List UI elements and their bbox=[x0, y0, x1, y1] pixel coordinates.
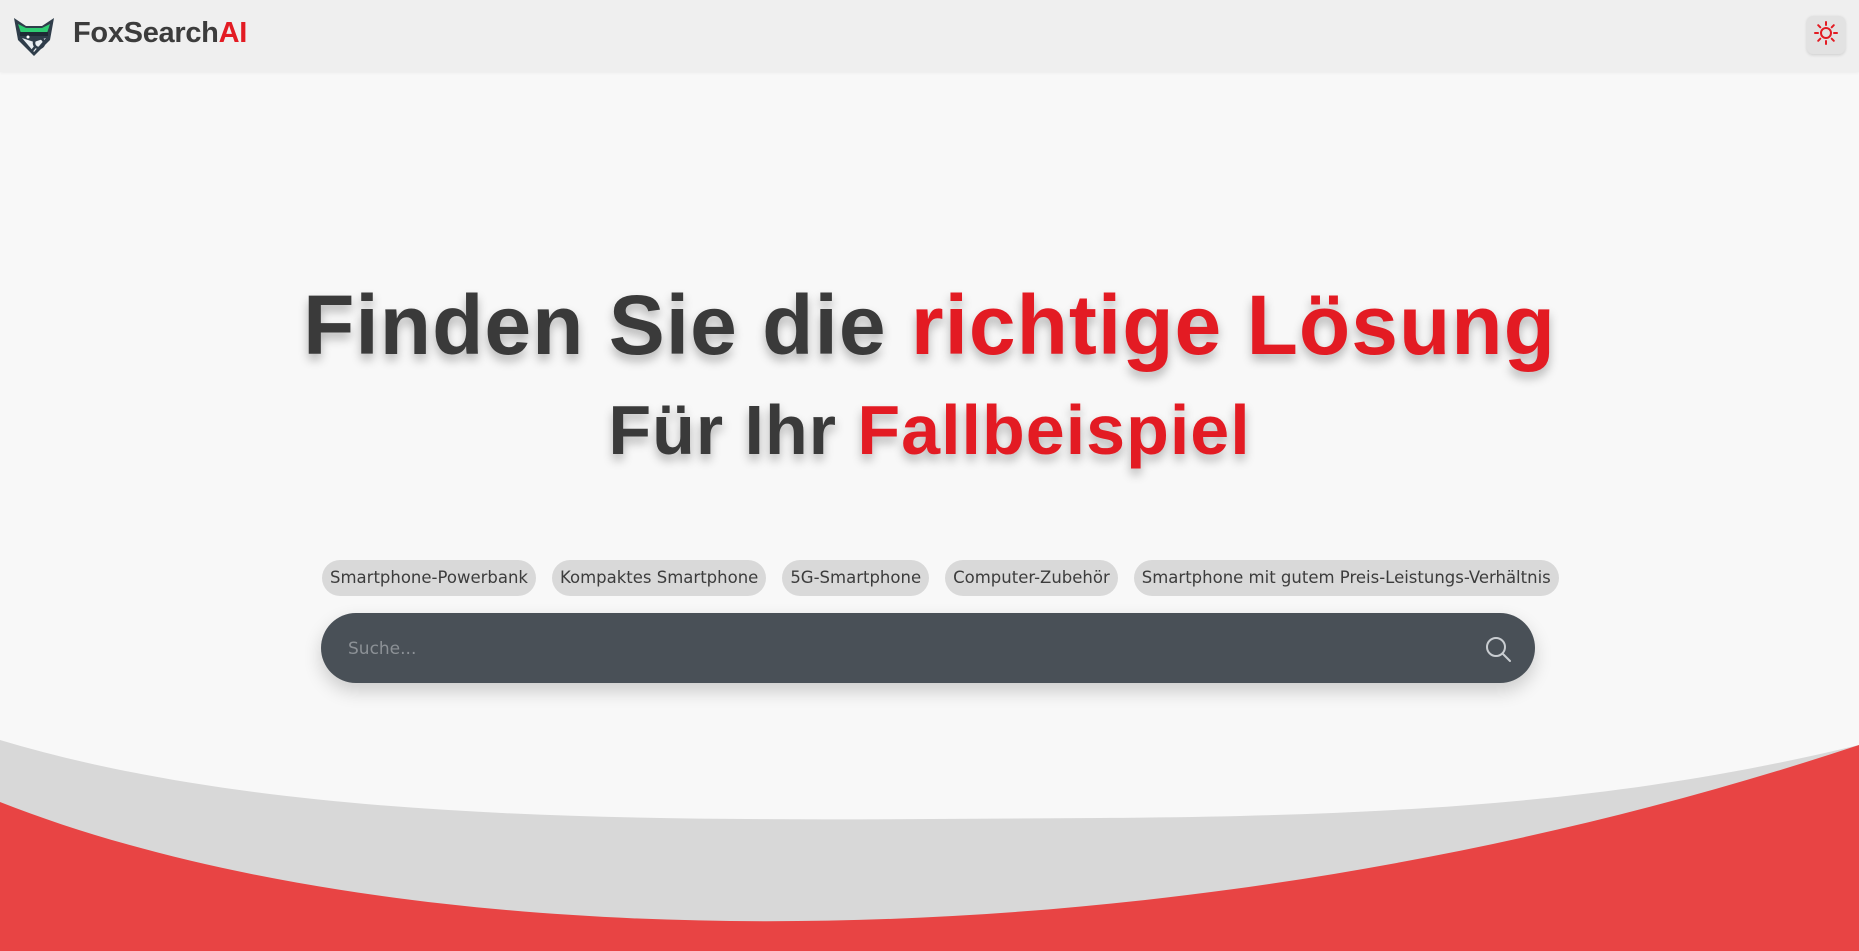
search-bar bbox=[321, 613, 1535, 685]
hero: Finden Sie die richtige Lösung Für Ihr F… bbox=[0, 270, 1859, 480]
brand-name[interactable]: FoxSearchAI bbox=[73, 17, 247, 50]
brand-main: FoxSearch bbox=[73, 17, 219, 49]
fox-logo-icon[interactable] bbox=[10, 12, 58, 60]
suggestion-chip[interactable]: 5G-Smartphone bbox=[782, 560, 930, 596]
brand-accent: AI bbox=[218, 17, 248, 49]
headline: Finden Sie die richtige Lösung bbox=[0, 270, 1859, 380]
sun-icon bbox=[1813, 20, 1839, 51]
suggestion-chip[interactable]: Computer-Zubehör bbox=[945, 560, 1118, 596]
suggestion-chip[interactable]: Smartphone-Powerbank bbox=[322, 560, 536, 596]
headline-plain: Finden Sie die bbox=[303, 278, 911, 372]
suggestion-chips: Smartphone-Powerbank Kompaktes Smartphon… bbox=[322, 560, 1559, 596]
search-input[interactable] bbox=[346, 613, 1450, 685]
suggestion-chip[interactable]: Smartphone mit gutem Preis-Leistungs-Ver… bbox=[1133, 560, 1559, 596]
suggestion-chip[interactable]: Kompaktes Smartphone bbox=[551, 560, 767, 596]
headline-highlight: richtige Lösung bbox=[910, 278, 1556, 372]
page: FoxSearchAI Finden Sie die richtige Lösu… bbox=[0, 0, 1859, 951]
subheadline-plain: Für Ihr bbox=[608, 391, 858, 469]
subheadline-highlight: Fallbeispiel bbox=[857, 391, 1251, 469]
top-bar: FoxSearchAI bbox=[0, 0, 1859, 72]
subheadline: Für Ihr Fallbeispiel bbox=[0, 380, 1859, 480]
theme-toggle-button[interactable] bbox=[1807, 16, 1845, 54]
search-icon[interactable] bbox=[1483, 634, 1513, 664]
